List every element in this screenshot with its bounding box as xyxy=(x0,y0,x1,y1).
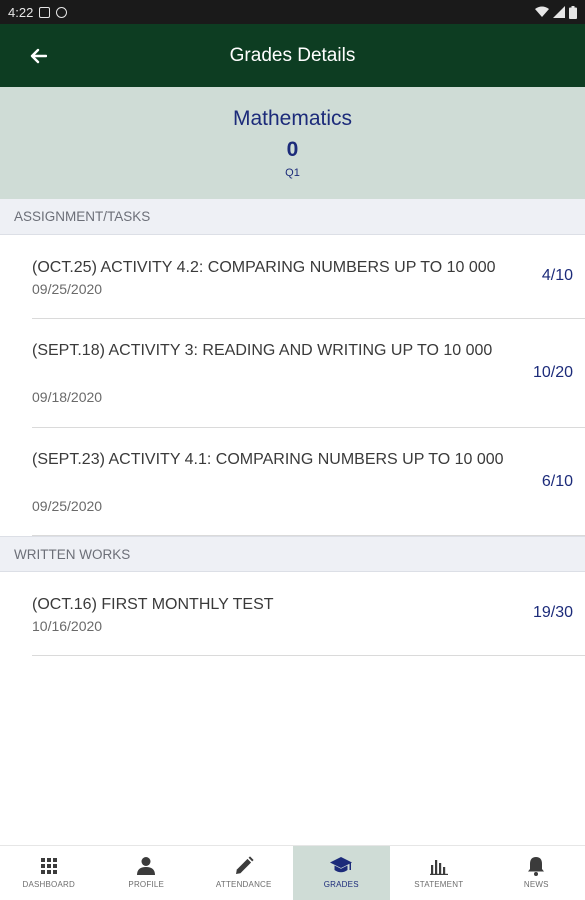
nav-label: ATTENDANCE xyxy=(215,880,272,889)
nav-profile[interactable]: PROFILE xyxy=(98,846,196,900)
item-title: (SEPT.23) ACTIVITY 4.1: COMPARING NUMBER… xyxy=(32,451,504,468)
nav-label: GRADES xyxy=(323,880,359,889)
section-header-assignments: ASSIGNMENT/TASKS xyxy=(0,199,585,235)
bell-icon xyxy=(525,856,547,876)
subject-score: 0 xyxy=(286,138,299,161)
battery-icon xyxy=(569,5,577,19)
graduation-cap-icon xyxy=(330,856,353,876)
section-header-written-works: WRITTEN WORKS xyxy=(0,536,585,572)
subject-name: Mathematics xyxy=(232,107,353,130)
item-date: 10/16/2020 xyxy=(32,618,103,634)
grid-icon xyxy=(38,856,60,876)
item-score: 10/20 xyxy=(532,364,573,381)
status-bar: 4:22 xyxy=(0,0,585,24)
wifi-icon xyxy=(535,6,549,17)
subject-quarter: Q1 xyxy=(285,167,300,179)
page-title: Grades Details xyxy=(229,44,356,66)
nav-statement[interactable]: STATEMENT xyxy=(390,846,488,900)
person-icon xyxy=(135,856,157,876)
notification-icon xyxy=(39,6,51,18)
item-date: 09/25/2020 xyxy=(32,498,103,514)
nav-dashboard[interactable]: DASHBOARD xyxy=(0,846,98,900)
nav-label: PROFILE xyxy=(128,880,165,889)
sync-icon xyxy=(56,6,68,18)
nav-label: DASHBOARD xyxy=(22,880,75,889)
pencil-icon xyxy=(233,856,255,876)
list-item[interactable]: (SEPT.18) ACTIVITY 3: READING AND WRITIN… xyxy=(32,319,585,428)
item-title: (OCT.16) FIRST MONTHLY TEST xyxy=(32,596,274,613)
signal-icon xyxy=(553,6,565,18)
item-title: (SEPT.18) ACTIVITY 3: READING AND WRITIN… xyxy=(32,342,493,359)
arrow-left-icon xyxy=(30,48,47,64)
list-item[interactable]: (SEPT.23) ACTIVITY 4.1: COMPARING NUMBER… xyxy=(32,428,585,536)
item-score: 19/30 xyxy=(532,604,573,621)
item-score: 4/10 xyxy=(541,267,573,284)
item-date: 09/25/2020 xyxy=(32,281,103,297)
bottom-navigation: DASHBOARD PROFILE ATTENDANCE GRADES STAT… xyxy=(0,845,585,900)
item-score: 6/10 xyxy=(541,473,573,490)
list-item[interactable]: (OCT.16) FIRST MONTHLY TEST 10/16/2020 1… xyxy=(32,572,585,656)
status-time: 4:22 xyxy=(8,4,34,20)
nav-label: NEWS xyxy=(523,880,549,889)
list-item[interactable]: (OCT.25) ACTIVITY 4.2: COMPARING NUMBERS… xyxy=(32,235,585,319)
bar-chart-icon xyxy=(428,856,450,876)
back-button[interactable] xyxy=(24,44,52,68)
app-bar: Grades Details xyxy=(0,24,585,87)
subject-header: Mathematics 0 Q1 xyxy=(0,87,585,199)
item-title: (OCT.25) ACTIVITY 4.2: COMPARING NUMBERS… xyxy=(32,259,496,276)
nav-grades[interactable]: GRADES xyxy=(292,846,390,900)
nav-attendance[interactable]: ATTENDANCE xyxy=(195,846,293,900)
item-date: 09/18/2020 xyxy=(32,389,103,405)
nav-label: STATEMENT xyxy=(414,880,464,889)
nav-news[interactable]: NEWS xyxy=(488,846,585,900)
